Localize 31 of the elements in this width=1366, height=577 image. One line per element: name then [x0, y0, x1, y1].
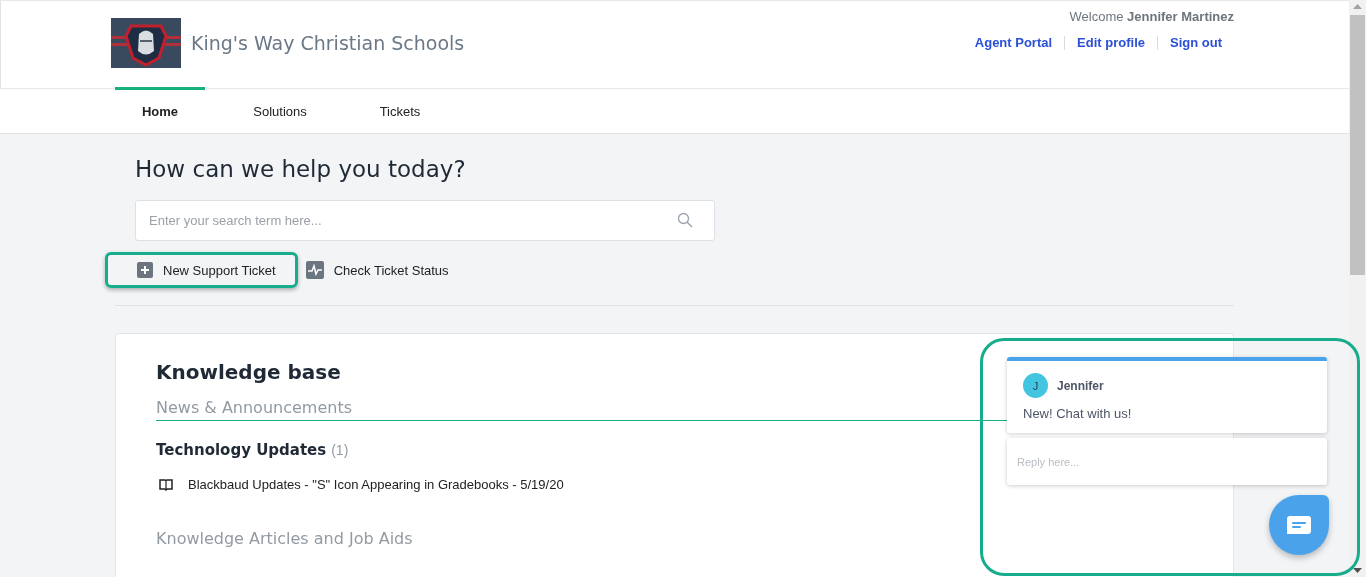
scroll-down-icon[interactable] [1353, 568, 1362, 573]
chat-message: New! Chat with us! [1023, 406, 1133, 421]
chat-bubble-icon [1286, 515, 1312, 535]
book-icon [159, 478, 173, 491]
header-link[interactable]: Sign out [1170, 35, 1222, 50]
nav-tab[interactable]: Home [115, 87, 205, 133]
nav-tab[interactable]: Tickets [355, 87, 445, 133]
action-link[interactable]: Check Ticket Status [297, 251, 471, 289]
shield-logo [111, 17, 181, 68]
agent-name: Jennifer [1057, 378, 1104, 393]
search-icon[interactable] [677, 212, 693, 228]
folder-heading[interactable]: Technology Updates [156, 441, 327, 459]
header-link[interactable]: Agent Portal [974, 35, 1053, 50]
reply-field[interactable]: Reply here... [1007, 438, 1327, 485]
page-heading: How can we help you today? [135, 156, 467, 182]
school-name: King's Way Christian Schools [191, 31, 465, 54]
action-link[interactable]: New Support Ticket [105, 252, 298, 288]
welcome-text: Welcome Jennifer Martinez [1069, 9, 1234, 24]
search-field[interactable]: Enter your search term here... [135, 200, 715, 241]
knowledge-base-heading: Knowledge base [156, 360, 342, 384]
scrollbar[interactable] [1349, 0, 1366, 577]
article-count: (1) [331, 442, 349, 458]
article-link[interactable]: Blackbaud Updates - "S" Icon Appearing in Gradebooks - 5/19/20 [188, 477, 564, 492]
pulse-icon [305, 261, 324, 279]
scrollbar-thumb[interactable] [1350, 15, 1365, 275]
scroll-up-icon[interactable] [1353, 4, 1362, 9]
plus-icon [137, 262, 153, 278]
agent-avatar: J [1023, 373, 1048, 398]
chat-launcher-button[interactable] [1269, 495, 1329, 555]
header-link[interactable]: Edit profile [1077, 35, 1145, 50]
nav-tab[interactable]: Solutions [235, 87, 325, 133]
